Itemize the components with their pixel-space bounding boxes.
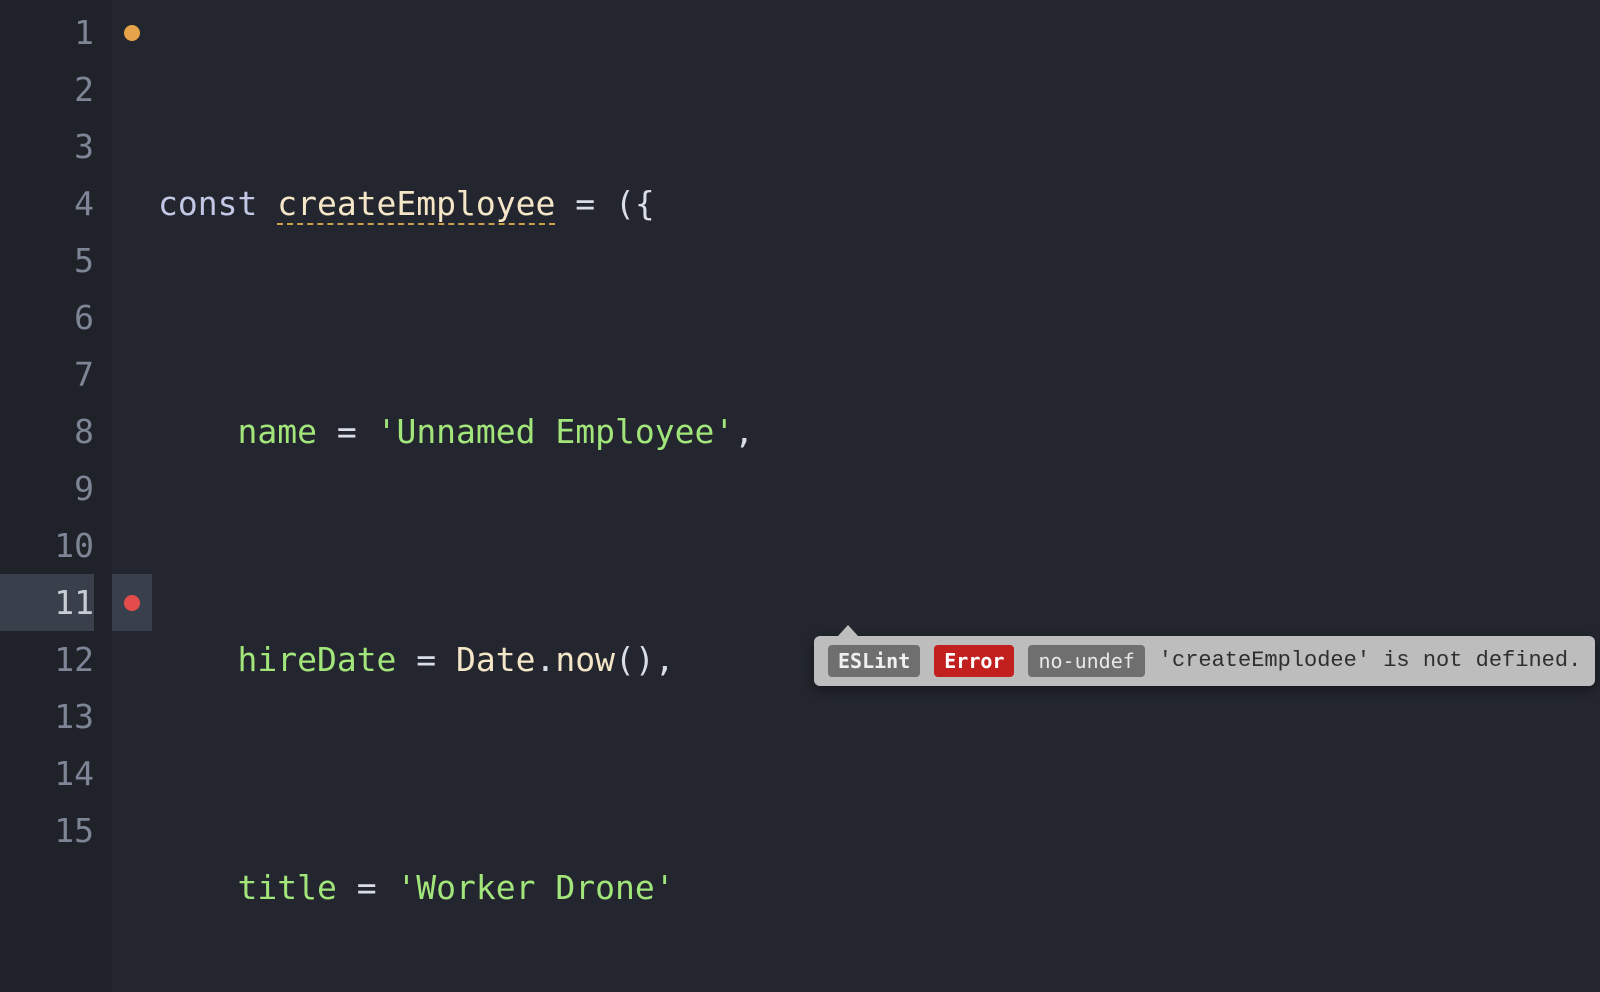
function-name: createEmployee — [277, 184, 555, 225]
code-line[interactable]: name = 'Unnamed Employee', — [152, 403, 1600, 460]
lint-severity-badge: Error — [934, 645, 1014, 677]
object-ref: Date — [456, 640, 535, 679]
line-number: 14 — [0, 745, 94, 802]
line-number: 15 — [0, 802, 94, 859]
lint-marker-slot — [112, 745, 152, 802]
lint-tooltip: ESLint Error no-undef 'createEmplodee' i… — [814, 636, 1595, 686]
lint-marker-slot — [112, 4, 152, 61]
line-number: 9 — [0, 460, 94, 517]
lint-marker-slot — [112, 460, 152, 517]
lint-marker-slot — [112, 631, 152, 688]
line-number: 12 — [0, 631, 94, 688]
lint-marker-gutter — [112, 0, 152, 992]
lint-marker-slot — [112, 802, 152, 859]
line-number: 2 — [0, 61, 94, 118]
line-number: 7 — [0, 346, 94, 403]
code-area[interactable]: const createEmployee = ({ name = 'Unname… — [152, 0, 1600, 992]
keyword-const: const — [158, 184, 257, 223]
line-number: 6 — [0, 289, 94, 346]
string-literal: 'Unnamed Employee' — [377, 412, 735, 451]
code-editor[interactable]: 123456789101112131415 const createEmploy… — [0, 0, 1600, 992]
lint-marker-slot — [112, 403, 152, 460]
lint-rule-badge: no-undef — [1028, 645, 1144, 677]
warning-dot-icon[interactable] — [124, 25, 140, 41]
line-number: 5 — [0, 232, 94, 289]
lint-marker-slot — [112, 232, 152, 289]
line-number: 8 — [0, 403, 94, 460]
lint-marker-slot — [112, 61, 152, 118]
line-number: 3 — [0, 118, 94, 175]
method-call: now — [555, 640, 615, 679]
lint-marker-slot — [112, 118, 152, 175]
line-number: 1 — [0, 4, 94, 61]
lint-marker-slot — [112, 346, 152, 403]
param-name: name — [237, 412, 316, 451]
line-number: 10 — [0, 517, 94, 574]
line-number-gutter: 123456789101112131415 — [0, 0, 112, 992]
lint-marker-slot — [112, 517, 152, 574]
lint-source-badge: ESLint — [828, 645, 920, 677]
code-line[interactable]: const createEmployee = ({ — [152, 175, 1600, 232]
string-literal: 'Worker Drone' — [396, 868, 674, 907]
line-number: 4 — [0, 175, 94, 232]
lint-marker-slot — [112, 688, 152, 745]
code-line[interactable]: title = 'Worker Drone' — [152, 859, 1600, 916]
line-number: 11 — [0, 574, 94, 631]
lint-marker-slot — [112, 175, 152, 232]
line-number: 13 — [0, 688, 94, 745]
error-dot-icon[interactable] — [124, 595, 140, 611]
param-name: title — [237, 868, 336, 907]
param-name: hireDate — [237, 640, 396, 679]
lint-marker-slot — [112, 574, 152, 631]
lint-message: 'createEmplodee' is not defined. — [1159, 648, 1581, 674]
lint-marker-slot — [112, 289, 152, 346]
